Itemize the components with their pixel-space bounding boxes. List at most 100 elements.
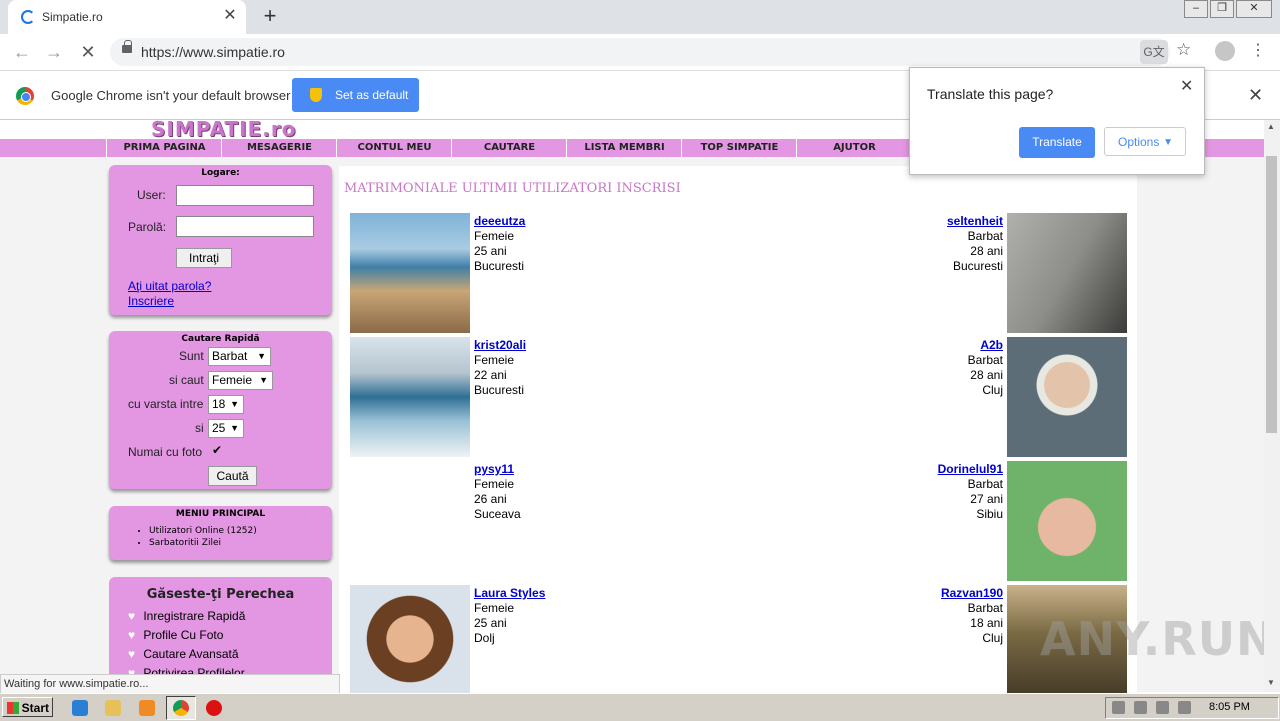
profile-name-link[interactable]: seltenheit bbox=[947, 214, 1003, 229]
profile-gender: Barbat bbox=[967, 229, 1003, 243]
quick-search-title: Cautare Rapidă bbox=[181, 334, 260, 344]
nav-top-simpatie[interactable]: TOP SIMPATIE bbox=[681, 139, 797, 157]
forward-arrow-icon[interactable]: → bbox=[42, 40, 66, 64]
window-close-button[interactable]: ✕ bbox=[1236, 0, 1272, 18]
popup-close-icon[interactable]: ✕ bbox=[1180, 76, 1193, 96]
media-player-icon[interactable] bbox=[139, 700, 155, 716]
profile-name-link[interactable]: deeeutza bbox=[474, 214, 525, 229]
profile-card: seltenheit Barbat 28 ani Bucuresti bbox=[947, 214, 1003, 274]
profile-age: 28 ani bbox=[970, 368, 1003, 382]
profile-name-link[interactable]: Razvan190 bbox=[941, 586, 1003, 601]
antivirus-icon[interactable] bbox=[206, 700, 222, 716]
start-label: Start bbox=[21, 701, 49, 715]
main-content: MATRIMONIALE ULTIMII UTILIZATORI INSCRIS… bbox=[339, 166, 1137, 705]
status-bubble: Waiting for www.simpatie.ro... bbox=[0, 674, 340, 694]
nav-lista-membri[interactable]: LISTA MEMBRI bbox=[566, 139, 682, 157]
login-button[interactable]: Intraţi bbox=[176, 248, 232, 268]
new-tab-button[interactable]: + bbox=[258, 4, 282, 28]
scroll-down-icon[interactable]: ▼ bbox=[1267, 678, 1275, 687]
nav-mesagerie[interactable]: MESAGERIE bbox=[221, 139, 337, 157]
age-from-value: 18 bbox=[212, 397, 226, 411]
infobar-close-icon[interactable]: ✕ bbox=[1248, 85, 1263, 106]
nav-ajutor[interactable]: AJUTOR bbox=[796, 139, 912, 157]
profile-photo[interactable] bbox=[1007, 337, 1127, 457]
search-button[interactable]: Caută bbox=[208, 466, 257, 486]
set-as-default-button[interactable]: Set as default bbox=[292, 78, 419, 112]
translate-icon[interactable]: G文 bbox=[1140, 40, 1168, 64]
scrollbar-thumb[interactable] bbox=[1266, 156, 1277, 433]
chrome-taskbar-button[interactable] bbox=[166, 696, 196, 720]
tab-simpatie[interactable]: Simpatie.ro ✕ bbox=[8, 0, 246, 34]
translate-button[interactable]: Translate bbox=[1019, 127, 1095, 158]
account-avatar-icon[interactable] bbox=[1215, 41, 1235, 61]
profile-photo[interactable] bbox=[350, 213, 470, 333]
scroll-up-icon[interactable]: ▲ bbox=[1267, 122, 1275, 131]
heart-icon: ♥ bbox=[128, 647, 136, 661]
find-partner-title: Găseste-ţi Perechea bbox=[146, 587, 295, 602]
folder-icon[interactable] bbox=[105, 700, 121, 716]
chevron-down-icon: ▼ bbox=[230, 399, 239, 409]
profile-gender: Barbat bbox=[967, 477, 1003, 491]
gender-select-value: Barbat bbox=[212, 349, 248, 363]
forgot-password-link[interactable]: Aţi uitat parola? bbox=[128, 279, 211, 293]
site-logo[interactable]: SIMPATIE.ro bbox=[151, 117, 296, 141]
page-scrollbar[interactable]: ▲ ▼ bbox=[1264, 120, 1280, 692]
profile-city: Dolj bbox=[474, 631, 495, 645]
chevron-down-icon: ▼ bbox=[1163, 137, 1173, 148]
age-to-select[interactable]: 25 ▼ bbox=[208, 419, 244, 438]
menu-item-birthdays[interactable]: Sarbatoritii Zilei bbox=[149, 537, 332, 549]
options-dropdown[interactable]: Options ▼ bbox=[1104, 127, 1186, 156]
menu-dots-icon[interactable]: ⋮ bbox=[1250, 40, 1266, 60]
age-label: cu varsta intre bbox=[128, 397, 204, 411]
find-partner-item[interactable]: ♥ Profile Cu Foto bbox=[128, 626, 245, 645]
profile-photo[interactable] bbox=[350, 585, 470, 705]
profile-photo[interactable] bbox=[350, 337, 470, 457]
network-icon[interactable] bbox=[1112, 701, 1125, 714]
seeking-select[interactable]: Femeie ▼ bbox=[208, 371, 273, 390]
taskbar: Start 8:05 PM bbox=[0, 693, 1280, 721]
user-input[interactable] bbox=[176, 185, 314, 206]
find-partner-item[interactable]: ♥ Inregistrare Rapidă bbox=[128, 607, 245, 626]
profile-name-link[interactable]: krist20ali bbox=[474, 338, 526, 353]
ie-icon[interactable] bbox=[72, 700, 88, 716]
password-label: Parolă: bbox=[128, 220, 167, 234]
tab-close-icon[interactable]: ✕ bbox=[220, 6, 240, 26]
set-as-default-label: Set as default bbox=[335, 88, 409, 102]
volume-icon[interactable] bbox=[1156, 701, 1169, 714]
profile-city: Sibiu bbox=[976, 507, 1003, 521]
nav-cautare[interactable]: CAUTARE bbox=[451, 139, 567, 157]
display-icon[interactable] bbox=[1134, 701, 1147, 714]
minimize-button[interactable]: – bbox=[1184, 0, 1208, 18]
stop-icon[interactable]: ✕ bbox=[76, 40, 100, 64]
back-arrow-icon[interactable]: ← bbox=[10, 40, 34, 64]
menu-item-online-users[interactable]: Utilizatori Online (1252) bbox=[149, 525, 332, 537]
address-bar[interactable]: https://www.simpatie.ro G文 bbox=[110, 38, 1170, 66]
chrome-logo-icon bbox=[16, 87, 34, 105]
password-input[interactable] bbox=[176, 216, 314, 237]
profile-gender: Barbat bbox=[967, 601, 1003, 615]
profile-name-link[interactable]: A2b bbox=[968, 338, 1003, 353]
tab-strip: Simpatie.ro ✕ + – ❐ ✕ bbox=[0, 0, 1280, 34]
profile-name-link[interactable]: Laura Styles bbox=[474, 586, 545, 601]
profile-card: A2b Barbat 28 ani Cluj bbox=[968, 338, 1003, 398]
profile-name-link[interactable]: Dorinelul91 bbox=[938, 462, 1003, 477]
profile-photo[interactable] bbox=[1007, 213, 1127, 333]
profile-age: 26 ani bbox=[474, 492, 507, 506]
maximize-button[interactable]: ❐ bbox=[1210, 0, 1234, 18]
register-link[interactable]: Inscriere bbox=[128, 294, 174, 308]
profile-name-link[interactable]: pysy11 bbox=[474, 462, 521, 477]
gender-select[interactable]: Barbat ▼ bbox=[208, 347, 271, 366]
profile-city: Bucuresti bbox=[474, 259, 525, 273]
bookmark-star-icon[interactable]: ☆ bbox=[1176, 40, 1191, 60]
profile-city: Bucuresti bbox=[474, 383, 525, 397]
nav-contul-meu[interactable]: CONTUL MEU bbox=[336, 139, 452, 157]
profile-photo[interactable] bbox=[1007, 461, 1127, 581]
nav-prima-pagina[interactable]: PRIMA PAGINA bbox=[106, 139, 222, 157]
find-partner-item[interactable]: ♥ Cautare Avansată bbox=[128, 645, 245, 664]
photo-only-checkbox[interactable]: ✔ bbox=[212, 443, 222, 457]
profile-gender: Barbat bbox=[967, 353, 1003, 367]
age-from-select[interactable]: 18 ▼ bbox=[208, 395, 244, 414]
start-button[interactable]: Start bbox=[2, 697, 53, 717]
si-label: si bbox=[195, 421, 204, 435]
flag-icon[interactable] bbox=[1178, 701, 1191, 714]
